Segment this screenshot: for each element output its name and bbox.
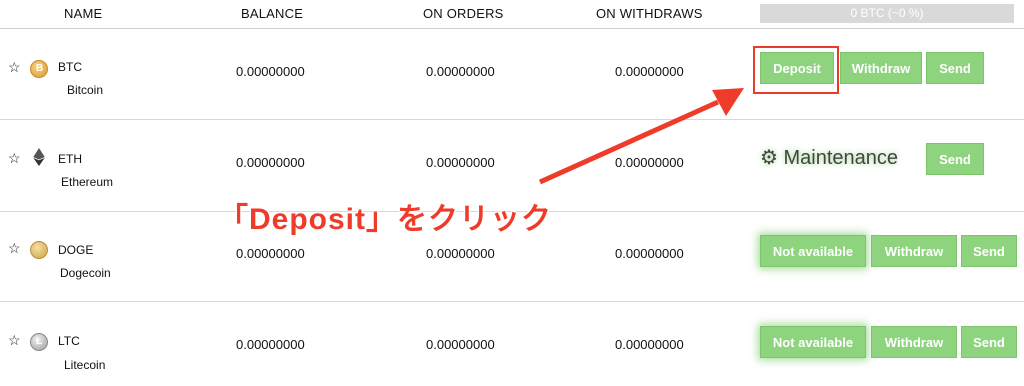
balance-value: 0.00000000	[236, 155, 305, 170]
coin-symbol: BTC	[58, 60, 82, 74]
send-button[interactable]: Send	[961, 326, 1017, 358]
send-button[interactable]: Send	[926, 52, 984, 84]
send-button[interactable]: Send	[926, 143, 984, 175]
withdraw-button[interactable]: Withdraw	[871, 326, 957, 358]
balance-value: 0.00000000	[236, 246, 305, 261]
maintenance-label: Maintenance	[783, 147, 899, 169]
favorite-star-icon[interactable]: ☆	[8, 150, 21, 167]
on-withdraws-value: 0.00000000	[615, 337, 684, 352]
balance-value: 0.00000000	[236, 337, 305, 352]
total-balance-progress: 0 BTC (~0 %)	[760, 4, 1014, 23]
column-header-on-withdraws: ON WITHDRAWS	[596, 6, 703, 21]
bitcoin-icon	[30, 60, 48, 78]
not-available-badge: Not available	[760, 235, 866, 267]
withdraw-button[interactable]: Withdraw	[840, 52, 922, 84]
withdraw-button[interactable]: Withdraw	[871, 235, 957, 267]
ethereum-icon	[33, 148, 45, 166]
on-withdraws-value: 0.00000000	[615, 155, 684, 170]
maintenance-status: ⚙ Maintenance	[760, 142, 898, 174]
on-withdraws-value: 0.00000000	[615, 64, 684, 79]
coin-name: Bitcoin	[67, 83, 104, 97]
column-header-name: NAME	[64, 6, 103, 21]
on-orders-value: 0.00000000	[426, 337, 495, 352]
coin-symbol: ETH	[58, 152, 82, 166]
on-orders-value: 0.00000000	[426, 64, 495, 79]
send-button[interactable]: Send	[961, 235, 1017, 267]
on-orders-value: 0.00000000	[426, 155, 495, 170]
coin-name: Dogecoin	[60, 266, 111, 280]
favorite-star-icon[interactable]: ☆	[8, 332, 21, 349]
table-row-ltc: ☆ LTC Litecoin 0.00000000 0.00000000 0.0…	[0, 302, 1024, 386]
balance-value: 0.00000000	[236, 64, 305, 79]
column-header-balance: BALANCE	[241, 6, 304, 21]
tutorial-annotation: 「Deposit」をクリック	[218, 203, 553, 236]
coin-symbol: LTC	[58, 334, 80, 348]
coin-name: Litecoin	[64, 358, 106, 372]
column-header-on-orders: ON ORDERS	[423, 6, 504, 21]
table-header: NAME BALANCE ON ORDERS ON WITHDRAWS 0 BT…	[0, 0, 1024, 29]
on-orders-value: 0.00000000	[426, 246, 495, 261]
not-available-badge: Not available	[760, 326, 866, 358]
coin-symbol: DOGE	[58, 243, 94, 257]
table-row-btc: ☆ BTC Bitcoin 0.00000000 0.00000000 0.00…	[0, 29, 1024, 120]
gear-icon: ⚙	[760, 147, 778, 169]
coin-name: Ethereum	[61, 175, 114, 189]
deposit-highlight-box	[753, 46, 839, 94]
on-withdraws-value: 0.00000000	[615, 246, 684, 261]
litecoin-icon	[30, 333, 48, 351]
favorite-star-icon[interactable]: ☆	[8, 240, 21, 257]
dogecoin-icon	[30, 241, 48, 259]
favorite-star-icon[interactable]: ☆	[8, 59, 21, 76]
